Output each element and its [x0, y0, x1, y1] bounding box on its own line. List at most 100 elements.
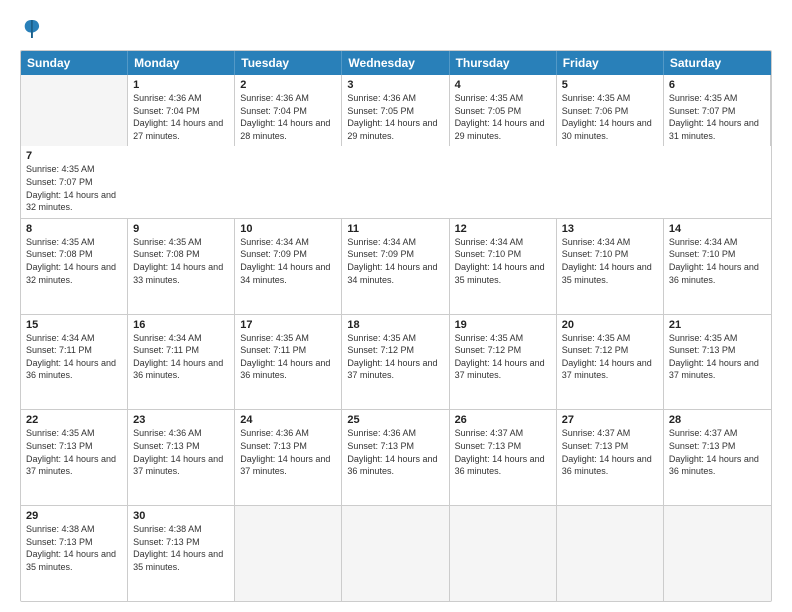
day-number: 4 [455, 79, 551, 91]
cell-info: Sunrise: 4:37 AMSunset: 7:13 PMDaylight:… [455, 427, 551, 477]
cell-info: Sunrise: 4:35 AMSunset: 7:12 PMDaylight:… [347, 332, 443, 382]
calendar-row: 22Sunrise: 4:35 AMSunset: 7:13 PMDayligh… [21, 410, 771, 506]
cell-info: Sunrise: 4:34 AMSunset: 7:11 PMDaylight:… [133, 332, 229, 382]
cal-cell-day-12: 12Sunrise: 4:34 AMSunset: 7:10 PMDayligh… [450, 219, 557, 314]
calendar: SundayMondayTuesdayWednesdayThursdayFrid… [20, 50, 772, 602]
cal-cell-day-28: 28Sunrise: 4:37 AMSunset: 7:13 PMDayligh… [664, 410, 771, 505]
cell-info: Sunrise: 4:34 AMSunset: 7:09 PMDaylight:… [240, 236, 336, 286]
cal-cell-day-10: 10Sunrise: 4:34 AMSunset: 7:09 PMDayligh… [235, 219, 342, 314]
day-number: 13 [562, 223, 658, 235]
day-number: 17 [240, 319, 336, 331]
calendar-body: 1Sunrise: 4:36 AMSunset: 7:04 PMDaylight… [21, 75, 771, 601]
calendar-header: SundayMondayTuesdayWednesdayThursdayFrid… [21, 51, 771, 75]
day-number: 30 [133, 510, 229, 522]
cell-info: Sunrise: 4:38 AMSunset: 7:13 PMDaylight:… [133, 523, 229, 573]
cal-cell-day-9: 9Sunrise: 4:35 AMSunset: 7:08 PMDaylight… [128, 219, 235, 314]
day-number: 16 [133, 319, 229, 331]
cell-info: Sunrise: 4:35 AMSunset: 7:05 PMDaylight:… [455, 92, 551, 142]
cal-cell-day-3: 3Sunrise: 4:36 AMSunset: 7:05 PMDaylight… [342, 75, 449, 146]
day-number: 28 [669, 414, 766, 426]
cell-info: Sunrise: 4:36 AMSunset: 7:13 PMDaylight:… [133, 427, 229, 477]
day-number: 19 [455, 319, 551, 331]
day-number: 22 [26, 414, 122, 426]
cal-cell-day-6: 6Sunrise: 4:35 AMSunset: 7:07 PMDaylight… [664, 75, 771, 146]
day-number: 7 [26, 150, 123, 162]
day-number: 6 [669, 79, 765, 91]
header-day-wednesday: Wednesday [342, 51, 449, 75]
header-day-tuesday: Tuesday [235, 51, 342, 75]
cal-cell-day-27: 27Sunrise: 4:37 AMSunset: 7:13 PMDayligh… [557, 410, 664, 505]
day-number: 3 [347, 79, 443, 91]
day-number: 29 [26, 510, 122, 522]
cell-info: Sunrise: 4:34 AMSunset: 7:11 PMDaylight:… [26, 332, 122, 382]
cal-cell-day-1: 1Sunrise: 4:36 AMSunset: 7:04 PMDaylight… [128, 75, 235, 146]
day-number: 18 [347, 319, 443, 331]
cell-info: Sunrise: 4:34 AMSunset: 7:09 PMDaylight:… [347, 236, 443, 286]
day-number: 1 [133, 79, 229, 91]
cal-cell-day-20: 20Sunrise: 4:35 AMSunset: 7:12 PMDayligh… [557, 315, 664, 410]
day-number: 9 [133, 223, 229, 235]
calendar-row: 1Sunrise: 4:36 AMSunset: 7:04 PMDaylight… [21, 75, 771, 219]
cell-info: Sunrise: 4:36 AMSunset: 7:13 PMDaylight:… [240, 427, 336, 477]
day-number: 21 [669, 319, 766, 331]
cell-info: Sunrise: 4:38 AMSunset: 7:13 PMDaylight:… [26, 523, 122, 573]
header [20, 18, 772, 40]
cal-cell-empty [664, 506, 771, 601]
cal-cell-day-23: 23Sunrise: 4:36 AMSunset: 7:13 PMDayligh… [128, 410, 235, 505]
cal-cell-day-7: 7Sunrise: 4:35 AMSunset: 7:07 PMDaylight… [21, 146, 128, 217]
cal-cell-day-14: 14Sunrise: 4:34 AMSunset: 7:10 PMDayligh… [664, 219, 771, 314]
cal-cell-day-16: 16Sunrise: 4:34 AMSunset: 7:11 PMDayligh… [128, 315, 235, 410]
cal-cell-day-25: 25Sunrise: 4:36 AMSunset: 7:13 PMDayligh… [342, 410, 449, 505]
cal-cell-day-5: 5Sunrise: 4:35 AMSunset: 7:06 PMDaylight… [557, 75, 664, 146]
day-number: 26 [455, 414, 551, 426]
header-day-monday: Monday [128, 51, 235, 75]
day-number: 25 [347, 414, 443, 426]
cell-info: Sunrise: 4:35 AMSunset: 7:06 PMDaylight:… [562, 92, 658, 142]
cal-cell-day-19: 19Sunrise: 4:35 AMSunset: 7:12 PMDayligh… [450, 315, 557, 410]
cal-cell-empty [450, 506, 557, 601]
cell-info: Sunrise: 4:36 AMSunset: 7:13 PMDaylight:… [347, 427, 443, 477]
day-number: 24 [240, 414, 336, 426]
logo [20, 18, 44, 40]
day-number: 23 [133, 414, 229, 426]
header-day-saturday: Saturday [664, 51, 771, 75]
cell-info: Sunrise: 4:35 AMSunset: 7:13 PMDaylight:… [26, 427, 122, 477]
header-day-friday: Friday [557, 51, 664, 75]
cell-info: Sunrise: 4:36 AMSunset: 7:04 PMDaylight:… [133, 92, 229, 142]
cal-cell-empty [235, 506, 342, 601]
day-number: 27 [562, 414, 658, 426]
day-number: 8 [26, 223, 122, 235]
cell-info: Sunrise: 4:35 AMSunset: 7:08 PMDaylight:… [26, 236, 122, 286]
cal-cell-day-26: 26Sunrise: 4:37 AMSunset: 7:13 PMDayligh… [450, 410, 557, 505]
cal-cell-day-4: 4Sunrise: 4:35 AMSunset: 7:05 PMDaylight… [450, 75, 557, 146]
day-number: 5 [562, 79, 658, 91]
calendar-row: 8Sunrise: 4:35 AMSunset: 7:08 PMDaylight… [21, 219, 771, 315]
cal-cell-empty [21, 75, 128, 146]
cal-cell-day-11: 11Sunrise: 4:34 AMSunset: 7:09 PMDayligh… [342, 219, 449, 314]
day-number: 15 [26, 319, 122, 331]
logo-icon [22, 18, 40, 40]
cal-cell-day-21: 21Sunrise: 4:35 AMSunset: 7:13 PMDayligh… [664, 315, 771, 410]
cal-cell-day-22: 22Sunrise: 4:35 AMSunset: 7:13 PMDayligh… [21, 410, 128, 505]
calendar-row: 29Sunrise: 4:38 AMSunset: 7:13 PMDayligh… [21, 506, 771, 601]
day-number: 11 [347, 223, 443, 235]
cell-info: Sunrise: 4:35 AMSunset: 7:07 PMDaylight:… [669, 92, 765, 142]
cal-cell-day-15: 15Sunrise: 4:34 AMSunset: 7:11 PMDayligh… [21, 315, 128, 410]
header-day-thursday: Thursday [450, 51, 557, 75]
cell-info: Sunrise: 4:34 AMSunset: 7:10 PMDaylight:… [562, 236, 658, 286]
cal-cell-day-2: 2Sunrise: 4:36 AMSunset: 7:04 PMDaylight… [235, 75, 342, 146]
cell-info: Sunrise: 4:35 AMSunset: 7:13 PMDaylight:… [669, 332, 766, 382]
cal-cell-day-8: 8Sunrise: 4:35 AMSunset: 7:08 PMDaylight… [21, 219, 128, 314]
cal-cell-day-29: 29Sunrise: 4:38 AMSunset: 7:13 PMDayligh… [21, 506, 128, 601]
cell-info: Sunrise: 4:35 AMSunset: 7:07 PMDaylight:… [26, 163, 123, 213]
cell-info: Sunrise: 4:36 AMSunset: 7:04 PMDaylight:… [240, 92, 336, 142]
cal-cell-day-30: 30Sunrise: 4:38 AMSunset: 7:13 PMDayligh… [128, 506, 235, 601]
cell-info: Sunrise: 4:35 AMSunset: 7:08 PMDaylight:… [133, 236, 229, 286]
cal-cell-empty [342, 506, 449, 601]
cell-info: Sunrise: 4:37 AMSunset: 7:13 PMDaylight:… [669, 427, 766, 477]
cell-info: Sunrise: 4:35 AMSunset: 7:12 PMDaylight:… [562, 332, 658, 382]
calendar-row: 15Sunrise: 4:34 AMSunset: 7:11 PMDayligh… [21, 315, 771, 411]
day-number: 14 [669, 223, 766, 235]
header-day-sunday: Sunday [21, 51, 128, 75]
day-number: 10 [240, 223, 336, 235]
